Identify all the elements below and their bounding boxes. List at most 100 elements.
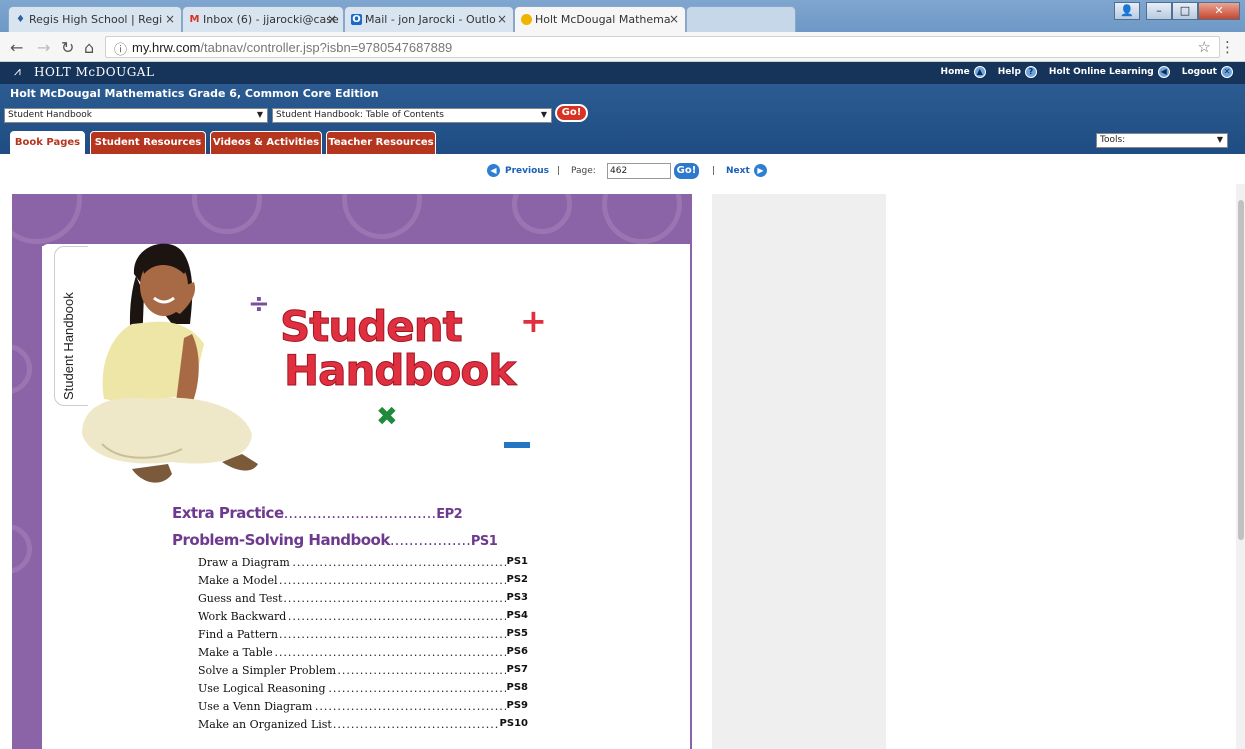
close-tab-icon[interactable]: × [669, 12, 679, 26]
logout-x-icon: ✕ [1221, 66, 1233, 78]
account-icon[interactable]: 👤 [1114, 2, 1140, 20]
pager-separator: | [712, 166, 716, 176]
toc-entry-label: Extra Practice [172, 504, 284, 522]
tools-select-value: Tools: [1100, 135, 1126, 145]
toc-sub-entry[interactable]: ........................................… [198, 700, 528, 713]
dropdown-arrow-icon: ▼ [540, 110, 547, 119]
dropdown-arrow-icon: ▼ [1216, 135, 1223, 144]
reload-icon[interactable]: ↻ [61, 38, 74, 57]
toc-sub-label: Draw a Diagram [198, 556, 291, 569]
toc-sub-page: PS9 [505, 700, 528, 711]
nav-help[interactable]: Help? [998, 66, 1037, 78]
tools-select[interactable]: Tools: ▼ [1096, 133, 1228, 148]
home-icon: ▲ [973, 66, 986, 78]
close-tab-icon[interactable]: × [497, 12, 507, 26]
minus-symbol-icon [504, 442, 530, 448]
nav-hol-label: Holt Online Learning [1048, 67, 1154, 77]
go-button[interactable]: Go! [555, 104, 588, 122]
previous-link[interactable]: Previous [505, 166, 549, 176]
forward-icon[interactable]: → [37, 38, 50, 57]
toc-sub-label: Work Backward [198, 610, 288, 623]
toc-sub-entry[interactable]: ........................................… [198, 664, 528, 677]
browser-tab-holt[interactable]: Holt McDougal Mathema × [514, 6, 686, 32]
browser-tab-title: Regis High School | Regi [29, 13, 163, 26]
window-controls: 👤 – □ ✕ [1114, 2, 1240, 22]
close-tab-icon[interactable]: × [327, 12, 337, 26]
home-page-icon[interactable]: ⌂ [84, 38, 94, 57]
tab-book-pages[interactable]: Book Pages [10, 131, 85, 154]
next-arrow-icon[interactable]: ▶ [754, 164, 767, 177]
new-tab-button[interactable] [686, 6, 796, 32]
page-right-edge [690, 194, 692, 749]
browser-tab-regis[interactable]: ♦ Regis High School | Regi × [8, 6, 182, 32]
back-arrow-icon: ◀ [1157, 66, 1170, 78]
info-icon[interactable]: ⓘ [114, 39, 127, 58]
bookmark-star-icon[interactable]: ☆ [1198, 38, 1211, 56]
toc-sub-page: PS6 [505, 646, 528, 657]
browser-tab-outlook[interactable]: O Mail - jon Jarocki - Outlo × [344, 6, 514, 32]
toc-sub-entry[interactable]: ........................................… [198, 628, 528, 641]
address-bar: ← → ↻ ⌂ ⓘ my.hrw.com/tabnav/controller.j… [0, 32, 1245, 62]
nav-holt-online-learning[interactable]: Holt Online Learning ◀ [1049, 66, 1170, 78]
window-close-icon[interactable]: ✕ [1198, 2, 1240, 20]
regis-shield-icon: ♦ [16, 14, 25, 25]
pager: ◀ Previous | Page: 462 Go! | Next ▶ [0, 160, 1245, 182]
toc-sub-page: PS5 [505, 628, 528, 639]
minimize-icon[interactable]: – [1146, 2, 1172, 20]
tab-student-resources[interactable]: Student Resources [90, 131, 206, 154]
nav-home[interactable]: Home ▲ [941, 66, 986, 78]
tab-videos-activities[interactable]: Videos & Activities [210, 131, 322, 154]
book-page: Student Handbook Student Handbook ÷ + ✖ … [12, 194, 692, 749]
toc-sub-entry[interactable]: ........................................… [198, 592, 528, 605]
times-symbol-icon: ✖ [376, 402, 398, 432]
maximize-icon[interactable]: □ [1172, 2, 1198, 20]
toc-sub-label: Make an Organized List [198, 718, 333, 731]
toc-sub-page: PS4 [505, 610, 528, 621]
toc-sub-entry[interactable]: ........................................… [198, 556, 528, 569]
title-line-2: Handbook [283, 346, 516, 396]
toc-sub-entry[interactable]: ........................................… [198, 646, 528, 659]
toc-sub-entry[interactable]: ........................................… [198, 718, 528, 731]
toc-sub-label: Make a Table [198, 646, 274, 659]
toc-sub-page: PS10 [498, 718, 528, 729]
toc-sub-label: Use Logical Reasoning [198, 682, 327, 695]
scrollbar-thumb[interactable] [1238, 200, 1244, 540]
book-toolbar: Holt McDougal Mathematics Grade 6, Commo… [0, 84, 1245, 154]
pager-separator: | [557, 166, 561, 176]
page-label: Page: [571, 166, 596, 176]
plus-symbol-icon: + [520, 302, 547, 340]
previous-arrow-icon[interactable]: ◀ [487, 164, 500, 177]
browser-tab-gmail[interactable]: M Inbox (6) - jjarocki@case × [182, 6, 344, 32]
nav-home-label: Home [940, 67, 970, 77]
nav-logout[interactable]: Logout ✕ [1182, 66, 1233, 78]
toc-sub-entry[interactable]: ........................................… [198, 682, 528, 695]
toc-entry-extra-practice[interactable]: Extra Practice..........................… [172, 504, 463, 522]
toc-select[interactable]: Student Handbook: Table of Contents ▼ [272, 108, 552, 123]
url-input[interactable]: ⓘ my.hrw.com/tabnav/controller.jsp?isbn=… [105, 36, 1220, 58]
toc-leader: ................................ [283, 504, 437, 522]
next-link[interactable]: Next [726, 166, 750, 176]
dropdown-arrow-icon: ▼ [256, 110, 263, 119]
browser-tab-title: Holt McDougal Mathema [535, 13, 671, 26]
nav-logout-label: Logout [1181, 67, 1217, 77]
toc-sub-entry[interactable]: ........................................… [198, 610, 528, 623]
toc-entry-problem-solving[interactable]: Problem-Solving Handbook................… [172, 531, 498, 549]
url-host: my.hrw.com [132, 40, 201, 55]
close-tab-icon[interactable]: × [165, 12, 175, 26]
toc-sub-entry[interactable]: ........................................… [198, 574, 528, 587]
nav-help-label: Help [997, 67, 1021, 77]
back-icon[interactable]: ← [10, 38, 23, 57]
browser-menu-icon[interactable]: ⋮ [1220, 38, 1235, 56]
title-line-1: Student [280, 302, 464, 352]
page-go-button[interactable]: Go! [674, 163, 699, 179]
outlook-icon: O [351, 14, 362, 25]
toc-sub-page: PS3 [505, 592, 528, 603]
toc-page: PS1 [470, 534, 498, 549]
section-select[interactable]: Student Handbook ▼ [4, 108, 268, 123]
book-title: Holt McDougal Mathematics Grade 6, Commo… [10, 87, 379, 100]
page-number-input[interactable]: 462 [607, 163, 671, 179]
gmail-icon: M [189, 14, 200, 25]
toc-sub-page: PS2 [505, 574, 528, 585]
toc-sub-label: Guess and Test [198, 592, 284, 605]
tab-teacher-resources[interactable]: Teacher Resources [326, 131, 436, 154]
